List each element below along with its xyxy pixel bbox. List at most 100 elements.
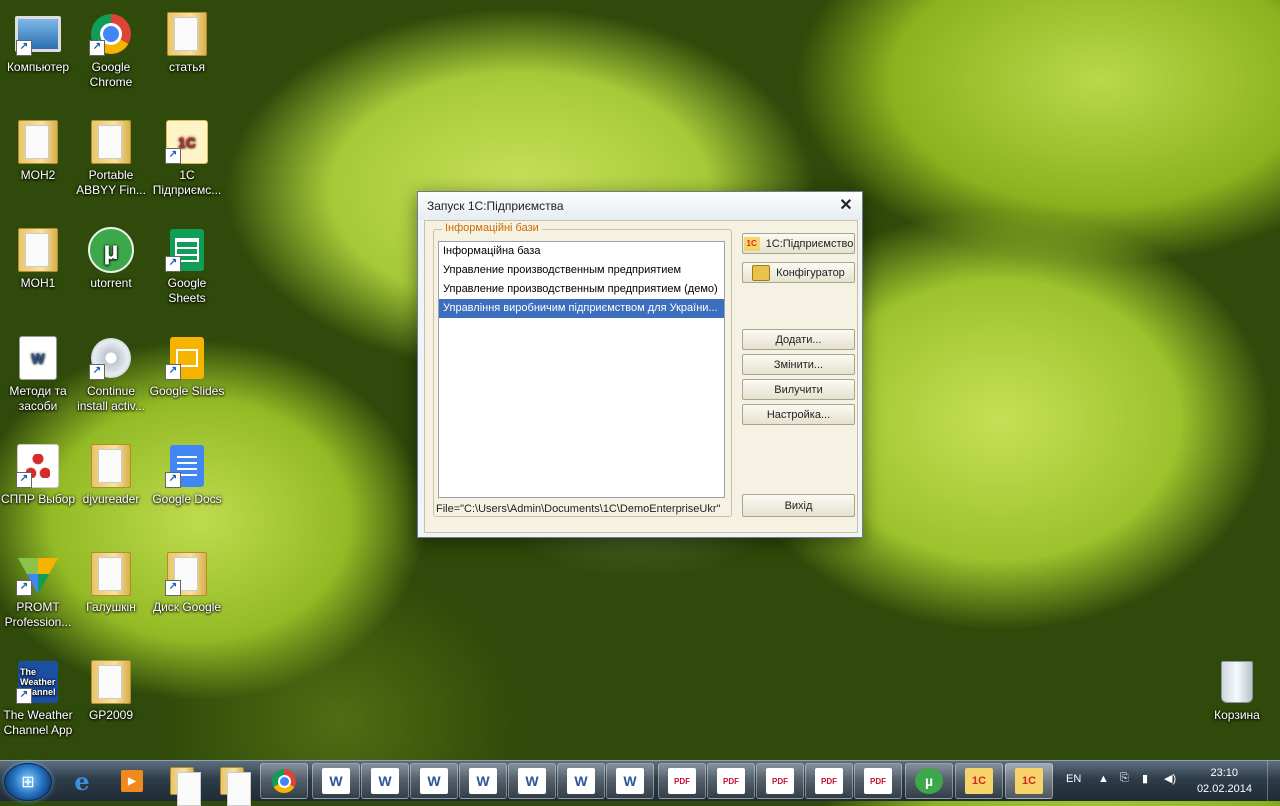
dialog-titlebar[interactable]: Запуск 1С:Підприємства ✕ <box>418 192 862 220</box>
taskbar-word-5[interactable]: W <box>508 763 556 799</box>
desktop-icon-label: МОН1 <box>20 276 56 290</box>
desktop-icon-label: utorrent <box>90 276 132 290</box>
word-icon: W <box>518 768 546 794</box>
taskbar-word-2[interactable]: W <box>361 763 409 799</box>
infobase-path: File="C:\Users\Admin\Documents\1C\DemoEn… <box>436 503 721 515</box>
clock-date[interactable]: 02.02.2014 <box>1197 783 1252 795</box>
taskbar-word-6[interactable]: W <box>557 763 605 799</box>
infobases-group: Інформаційні бази Інформаційна база Упра… <box>433 222 732 517</box>
taskbar-1c-1[interactable]: 1С <box>955 763 1003 799</box>
infobase-item[interactable]: Управление производственным предприятием… <box>439 280 724 299</box>
word-icon: W <box>616 768 644 794</box>
configurator-button[interactable]: Конфігуратор <box>742 262 855 283</box>
folder-icon <box>163 10 211 58</box>
dialog-title: Запуск 1С:Підприємства <box>427 199 564 213</box>
taskbar-explorer-1[interactable] <box>158 763 206 806</box>
1c-icon: 1С ↗ <box>163 118 211 166</box>
docs-icon: ↗ <box>163 442 211 490</box>
desktop-icon-label: Google Slides <box>149 384 225 398</box>
weather-channel-icon: The Weather Channel ↗ <box>14 658 62 706</box>
desktop-icon-galushkin[interactable]: Галушкін <box>73 550 149 615</box>
exit-button-label: Вихід <box>784 499 813 512</box>
add-button[interactable]: Додати... <box>742 329 855 350</box>
desktop-icon-label: Continue install activ... <box>77 384 145 413</box>
delete-button[interactable]: Вилучити <box>742 379 855 400</box>
settings-button[interactable]: Настройка... <box>742 404 855 425</box>
desktop-icon-computer[interactable]: ↗ Компьютер <box>0 10 76 75</box>
infobases-group-title: Інформаційні бази <box>442 222 542 234</box>
computer-icon: ↗ <box>14 10 62 58</box>
utorrent-icon: µ <box>915 768 943 794</box>
word-icon: W <box>567 768 595 794</box>
infobase-item-selected[interactable]: Управління виробничим підприємством для … <box>439 299 724 318</box>
infobase-list[interactable]: Інформаційна база Управление производств… <box>438 241 725 498</box>
infobase-item[interactable]: Управление производственным предприятием <box>439 261 724 280</box>
configurator-icon <box>752 264 771 281</box>
show-hidden-icons-icon[interactable]: ▲ <box>1098 773 1109 785</box>
taskbar-word-4[interactable]: W <box>459 763 507 799</box>
taskbar-chrome[interactable] <box>260 763 308 799</box>
desktop-icon-djvureader[interactable]: djvureader <box>73 442 149 507</box>
taskbar-pdf-3[interactable]: PDF <box>756 763 804 799</box>
folder-icon <box>14 226 62 274</box>
chrome-icon: ↗ <box>87 10 135 58</box>
desktop-icon-label: Google Sheets <box>167 276 207 305</box>
pdf-icon: PDF <box>717 768 745 794</box>
desktop-icon-label: СППР Выбор <box>0 492 76 506</box>
volume-icon[interactable]: ◀) <box>1164 772 1176 785</box>
desktop-icon-recycle-bin[interactable]: Корзина <box>1199 658 1275 723</box>
taskbar-1c-2[interactable]: 1С <box>1005 763 1053 799</box>
desktop-icon-google-sheets[interactable]: ↗ Google Sheets <box>149 226 225 306</box>
taskbar-word-7[interactable]: W <box>606 763 654 799</box>
taskbar-pdf-4[interactable]: PDF <box>805 763 853 799</box>
enterprise-button[interactable]: 1С 1С:Підприємство <box>742 233 855 254</box>
desktop-icon-google-slides[interactable]: ↗ Google Slides <box>149 334 225 399</box>
desktop-icon-metody[interactable]: W Методи та засоби <box>0 334 76 414</box>
1c-icon: 1С <box>1015 768 1043 794</box>
start-button[interactable]: ⊞ <box>4 763 52 801</box>
dialog-body: Інформаційні бази Інформаційна база Упра… <box>424 220 858 533</box>
taskbar: ⊞ e ▶ W W W W W W W PDF PDF PDF PDF PDF … <box>0 760 1280 806</box>
desktop-icon-label: Диск Google <box>152 600 222 614</box>
taskbar-word-1[interactable]: W <box>312 763 360 799</box>
desktop-icon-abbyy[interactable]: Portable ABBYY Fin... <box>73 118 149 198</box>
taskbar-pdf-2[interactable]: PDF <box>707 763 755 799</box>
enterprise-button-label: 1С:Підприємство <box>765 237 854 250</box>
exit-button[interactable]: Вихід <box>742 494 855 517</box>
clock-time[interactable]: 23:10 <box>1210 767 1238 779</box>
desktop-icon-google-chrome[interactable]: ↗ Google Chrome <box>73 10 149 90</box>
taskbar-explorer-2[interactable] <box>208 763 256 806</box>
close-button[interactable]: ✕ <box>836 196 856 216</box>
desktop-icon-promt[interactable]: ↗ PROMT Profession... <box>0 550 76 630</box>
taskbar-pdf-5[interactable]: PDF <box>854 763 902 799</box>
taskbar-ie[interactable]: e <box>58 763 106 799</box>
desktop-icon-weather-channel[interactable]: The Weather Channel ↗ The Weather Channe… <box>0 658 76 738</box>
desktop-icon-sppr[interactable]: ↗ СППР Выбор <box>0 442 76 507</box>
desktop-icon-label: Корзина <box>1214 708 1260 722</box>
taskbar-media[interactable]: ▶ <box>108 763 156 799</box>
desktop-icon-label: Галушкін <box>86 600 136 614</box>
delete-button-label: Вилучити <box>774 383 823 396</box>
desktop-icon-1c[interactable]: 1С ↗ 1С Підприємс... <box>149 118 225 198</box>
folder-icon <box>14 118 62 166</box>
desktop-icon-utorrent[interactable]: µ utorrent <box>73 226 149 291</box>
sheets-icon: ↗ <box>163 226 211 274</box>
desktop-icon-label: Google Chrome <box>89 60 133 89</box>
edit-button[interactable]: Змінити... <box>742 354 855 375</box>
taskbar-word-3[interactable]: W <box>410 763 458 799</box>
language-indicator[interactable]: EN <box>1066 773 1081 785</box>
network-icon[interactable]: ▮ <box>1142 772 1148 785</box>
desktop-icon-google-docs[interactable]: ↗ Google Docs <box>149 442 225 507</box>
infobase-item[interactable]: Інформаційна база <box>439 242 724 261</box>
desktop-icon-continue-install[interactable]: ↗ Continue install activ... <box>73 334 149 414</box>
folder-icon <box>218 767 251 806</box>
sync-icon[interactable]: ⎘ <box>1120 772 1129 785</box>
desktop-icon-gp2009[interactable]: GP2009 <box>73 658 149 723</box>
taskbar-utorrent[interactable]: µ <box>905 763 953 799</box>
desktop-icon-google-drive[interactable]: ↗ Диск Google <box>149 550 225 615</box>
desktop-icon-statya[interactable]: статья <box>149 10 225 75</box>
show-desktop-button[interactable] <box>1267 761 1280 801</box>
taskbar-pdf-1[interactable]: PDF <box>658 763 706 799</box>
desktop-icon-mon1[interactable]: МОН1 <box>0 226 76 291</box>
desktop-icon-mon2[interactable]: МОН2 <box>0 118 76 183</box>
